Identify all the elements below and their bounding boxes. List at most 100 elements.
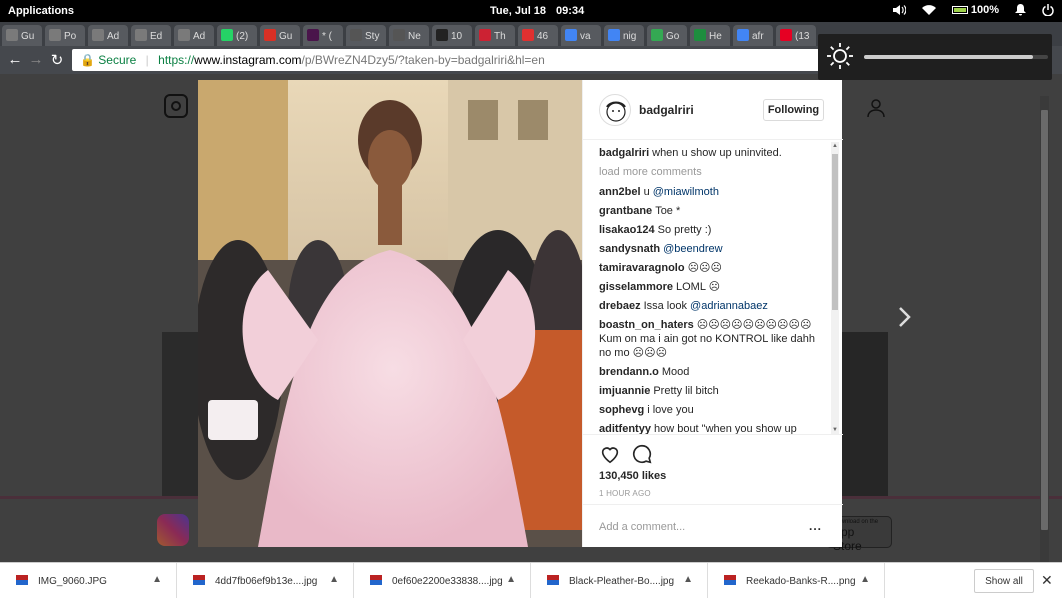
comment-username[interactable]: grantbane bbox=[599, 205, 652, 217]
browser-tab[interactable]: (13 bbox=[776, 25, 816, 46]
comment-username[interactable]: tamiravaragnolo bbox=[599, 262, 685, 274]
shirt-icon bbox=[178, 29, 190, 41]
browser-tab[interactable]: Th bbox=[475, 25, 515, 46]
page-scrollbar-thumb[interactable] bbox=[1041, 110, 1048, 530]
comment-username[interactable]: aditfentyy bbox=[599, 423, 651, 434]
browser-tab[interactable]: 10 bbox=[432, 25, 472, 46]
comment-row: grantbane Toe * bbox=[599, 204, 827, 218]
brightness-slider[interactable] bbox=[864, 55, 1048, 59]
browser-tab[interactable]: 46 bbox=[518, 25, 558, 46]
browser-tab[interactable]: Ed bbox=[131, 25, 171, 46]
shirt-icon bbox=[6, 29, 18, 41]
tab-label: (13 bbox=[795, 31, 810, 42]
chevron-up-icon[interactable]: ▲ bbox=[506, 574, 516, 585]
close-shelf-icon[interactable]: ✕ bbox=[1041, 572, 1053, 589]
tab-label: nig bbox=[623, 31, 637, 42]
url-text: https://www.instagram.com/p/BWreZN4Dzy5/… bbox=[158, 53, 545, 67]
reload-icon[interactable]: ↻ bbox=[48, 51, 66, 69]
applications-menu[interactable]: Applications bbox=[8, 5, 74, 17]
page-scrollbar[interactable] bbox=[1040, 96, 1049, 562]
url-path: /p/BWreZN4Dzy5/?taken-by=badgalriri&hl=e… bbox=[301, 53, 545, 67]
comments-scrollbar-thumb[interactable] bbox=[832, 154, 838, 310]
google-icon bbox=[737, 29, 749, 41]
chevron-up-icon[interactable]: ▲ bbox=[152, 574, 162, 585]
shirt-icon bbox=[49, 29, 61, 41]
browser-tab[interactable]: * ( bbox=[303, 25, 343, 46]
comment-mention-link[interactable]: @adriannabaez bbox=[690, 300, 768, 312]
chevron-up-icon[interactable]: ▲ bbox=[683, 574, 693, 585]
more-options-button[interactable]: ... bbox=[809, 519, 822, 533]
tab-label: Gu bbox=[279, 31, 293, 42]
next-post-arrow-icon[interactable] bbox=[895, 302, 915, 332]
forward-arrow-icon[interactable]: → bbox=[27, 51, 45, 68]
browser-tab[interactable]: afr bbox=[733, 25, 773, 46]
comment-bubble-icon[interactable] bbox=[631, 443, 653, 465]
browser-tab[interactable]: He bbox=[690, 25, 730, 46]
browser-tab[interactable]: Ad bbox=[174, 25, 214, 46]
load-more-comments-link[interactable]: load more comments bbox=[599, 165, 827, 179]
comment-username[interactable]: boastn_on_haters bbox=[599, 319, 694, 331]
browser-tab[interactable]: nig bbox=[604, 25, 644, 46]
download-item[interactable]: 4dd7fb06ef9b13e....jpg ▲ bbox=[177, 563, 354, 598]
comment-username[interactable]: gisselammore bbox=[599, 281, 673, 293]
browser-tab[interactable]: Gu bbox=[260, 25, 300, 46]
browser-tab[interactable]: Ad bbox=[88, 25, 128, 46]
browser-tab[interactable]: Sty bbox=[346, 25, 386, 46]
post-photo[interactable] bbox=[198, 80, 582, 547]
comment-mention-link[interactable]: @beendrew bbox=[663, 243, 722, 255]
browser-tab[interactable]: Ne bbox=[389, 25, 429, 46]
comment-row: sophevg i love you bbox=[599, 403, 827, 417]
browser-tab[interactable]: Go bbox=[647, 25, 687, 46]
post-header: badgalriri Following bbox=[583, 80, 843, 140]
comment-row: brendann.o Mood bbox=[599, 365, 827, 379]
post-author-username[interactable]: badgalriri bbox=[639, 103, 694, 117]
strava-icon bbox=[522, 29, 534, 41]
google-icon bbox=[565, 29, 577, 41]
download-item[interactable]: IMG_9060.JPG ▲ bbox=[0, 563, 177, 598]
brightness-slider-fill bbox=[864, 55, 1034, 59]
system-tray[interactable]: 100% bbox=[892, 4, 1054, 16]
tab-label: Ed bbox=[150, 31, 163, 42]
comment-username[interactable]: drebaez bbox=[599, 300, 641, 312]
comment-username[interactable]: sandysnath bbox=[599, 243, 660, 255]
comment-username[interactable]: lisakao124 bbox=[599, 224, 655, 236]
comment-username[interactable]: sophevg bbox=[599, 404, 644, 416]
comment-text: Issa look bbox=[643, 300, 691, 312]
download-item[interactable]: Reekado-Banks-R....png ▲ bbox=[708, 563, 885, 598]
caption-username[interactable]: badgalriri bbox=[599, 147, 649, 159]
chevron-up-icon[interactable]: ▲ bbox=[329, 574, 339, 585]
comments-scrollbar[interactable]: ▲ ▼ bbox=[831, 142, 839, 434]
scroll-down-arrow-icon[interactable]: ▼ bbox=[831, 426, 839, 434]
avatar[interactable] bbox=[599, 94, 631, 126]
brightness-sun-icon bbox=[827, 43, 853, 69]
following-button[interactable]: Following bbox=[763, 99, 824, 121]
browser-tab[interactable]: Po bbox=[45, 25, 85, 46]
back-arrow-icon[interactable]: ← bbox=[6, 51, 24, 68]
comments-list[interactable]: badgalriri when u show up uninvited. load… bbox=[599, 146, 827, 434]
clock[interactable]: Tue, Jul 18 09:34 bbox=[490, 5, 584, 17]
comment-text: LOML ☹ bbox=[675, 281, 721, 293]
show-all-downloads-button[interactable]: Show all bbox=[974, 569, 1034, 593]
comment-username[interactable]: brendann.o bbox=[599, 366, 659, 378]
comment-username[interactable]: ann2bel bbox=[599, 186, 641, 198]
comment-mention-link[interactable]: @miawilmoth bbox=[653, 186, 719, 198]
tab-label: He bbox=[709, 31, 722, 42]
download-item[interactable]: Black-Pleather-Bo....jpg ▲ bbox=[531, 563, 708, 598]
browser-tab[interactable]: (2) bbox=[217, 25, 257, 46]
browser-tab[interactable]: va bbox=[561, 25, 601, 46]
heart-icon[interactable] bbox=[599, 443, 621, 465]
chevron-up-icon[interactable]: ▲ bbox=[860, 574, 870, 585]
battery-percent: 100% bbox=[970, 4, 999, 16]
whatsapp-icon bbox=[221, 29, 233, 41]
url-scheme: https:// bbox=[158, 53, 195, 67]
address-bar[interactable]: 🔒 Secure | https://www.instagram.com/p/B… bbox=[72, 49, 832, 71]
comment-username[interactable]: imjuannie bbox=[599, 385, 650, 397]
scroll-up-arrow-icon[interactable]: ▲ bbox=[831, 142, 839, 150]
comment-input[interactable] bbox=[599, 517, 795, 537]
likes-count[interactable]: 130,450 likes bbox=[599, 470, 666, 482]
browser-tab[interactable]: Gu bbox=[2, 25, 42, 46]
comment-text: Mood bbox=[661, 366, 690, 378]
battery-icon bbox=[951, 6, 968, 15]
shirt-icon bbox=[135, 29, 147, 41]
download-item[interactable]: 0ef60e2200e33838....jpg ▲ bbox=[354, 563, 531, 598]
